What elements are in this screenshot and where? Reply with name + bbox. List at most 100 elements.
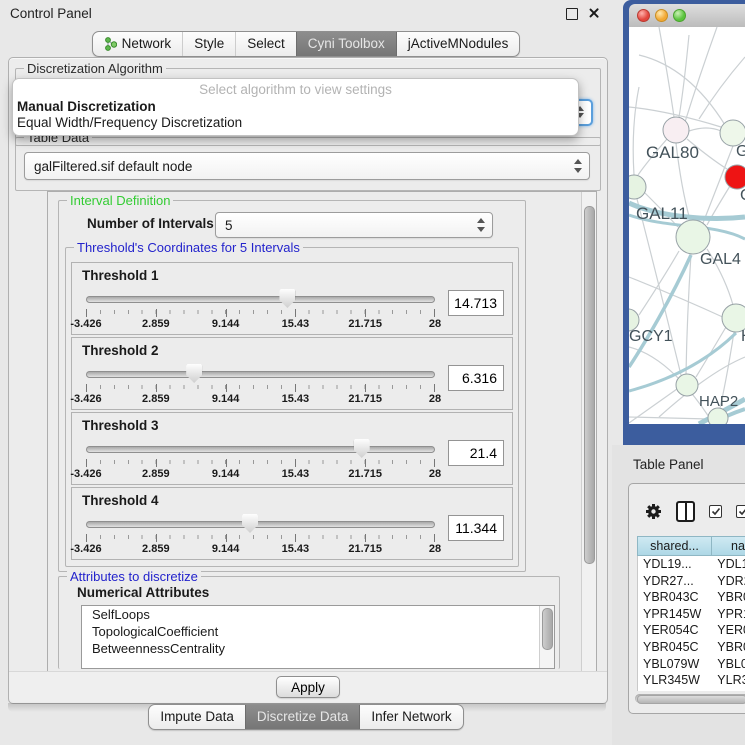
checkbox-icon[interactable] xyxy=(709,505,722,518)
threshold-slider[interactable]: -3.4262.8599.14415.4321.71528 xyxy=(86,287,435,331)
tab-select[interactable]: Select xyxy=(235,32,296,56)
tab-label: Cyni Toolbox xyxy=(308,36,385,51)
tick-label: 15.43 xyxy=(282,318,310,330)
tab-impute-data[interactable]: Impute Data xyxy=(149,705,245,729)
apply-button[interactable]: Apply xyxy=(276,676,340,698)
table-cell[interactable]: YDR27... xyxy=(638,573,712,590)
network-node-gal4[interactable] xyxy=(676,220,710,254)
tab-style[interactable]: Style xyxy=(182,32,235,56)
tab-cyni-toolbox[interactable]: Cyni Toolbox xyxy=(296,32,396,56)
list-scrollbar[interactable] xyxy=(539,606,554,668)
threshold-slider[interactable]: -3.4262.8599.14415.4321.71528 xyxy=(86,437,435,481)
threshold-panel: Threshold 1 -3.4262.8599.14415.4321.7152… xyxy=(71,262,513,335)
table-data-combobox[interactable]: galFiltered.sif default node xyxy=(24,152,590,180)
slider-track[interactable] xyxy=(86,371,435,378)
table-row[interactable]: YBL079WYBL0 xyxy=(638,656,745,673)
threshold-slider[interactable]: -3.4262.8599.14415.4321.71528 xyxy=(86,362,435,406)
network-canvas[interactable]: GAL80G.CGAL11GAL4GCY1HHAP2 xyxy=(629,27,745,424)
table-toolbar xyxy=(629,498,745,524)
network-node-c[interactable] xyxy=(725,165,745,189)
attribute-list-item[interactable]: BetweennessCentrality xyxy=(82,640,554,657)
table-cell[interactable]: YBR045C xyxy=(638,639,712,656)
table-cell[interactable]: YLR3 xyxy=(712,672,745,689)
node-label: GCY1 xyxy=(629,328,673,345)
table-row[interactable]: YER054CYER0 xyxy=(638,622,745,639)
settings-scrollbar[interactable] xyxy=(581,192,596,674)
split-table-icon[interactable] xyxy=(676,501,695,522)
tab-label: Infer Network xyxy=(371,709,451,724)
table-cell[interactable]: YBR043C xyxy=(638,589,712,606)
tick-label: 28 xyxy=(429,543,441,555)
apply-row: Apply xyxy=(9,671,607,702)
table-row[interactable]: YDL19...YDL1 xyxy=(638,556,745,573)
network-node[interactable] xyxy=(708,408,728,424)
close-traffic-light-icon[interactable] xyxy=(637,9,650,22)
slider-track[interactable] xyxy=(86,521,435,528)
table-cell[interactable]: YPR1 xyxy=(712,606,745,623)
slider-thumb[interactable] xyxy=(354,439,370,458)
table-cell[interactable]: YDL19... xyxy=(638,556,712,573)
table-row[interactable]: YPR145WYPR1 xyxy=(638,606,745,623)
table-cell[interactable]: YDR2 xyxy=(712,573,745,590)
scrollbar-thumb[interactable] xyxy=(584,206,595,564)
table-row[interactable]: YIL052CYIL0 xyxy=(638,689,745,691)
table-cell[interactable]: YER054C xyxy=(638,622,712,639)
table-cell[interactable]: YPR145W xyxy=(638,606,712,623)
threshold-slider[interactable]: -3.4262.8599.14415.4321.71528 xyxy=(86,512,435,556)
tab-network[interactable]: Network xyxy=(93,32,183,56)
gear-icon[interactable] xyxy=(645,503,662,520)
table-cell[interactable]: YBR0 xyxy=(712,639,745,656)
dropdown-placeholder-option[interactable]: Select algorithm to view settings xyxy=(13,79,578,99)
threshold-value-input[interactable] xyxy=(448,515,504,541)
table-horizontal-scrollbar[interactable] xyxy=(635,694,745,703)
screen: { "window": { "title": "Control Panel" }… xyxy=(0,0,745,745)
network-node-gal80[interactable] xyxy=(663,117,689,143)
slider-thumb[interactable] xyxy=(242,514,258,533)
slider-thumb[interactable] xyxy=(186,364,202,383)
thresholds-container: Threshold 1 -3.4262.8599.14415.4321.7152… xyxy=(71,262,513,562)
table-cell[interactable]: YBL0 xyxy=(712,656,745,673)
scrollbar-thumb[interactable] xyxy=(542,608,553,650)
tab-infer-network[interactable]: Infer Network xyxy=(359,705,462,729)
tab-discretize-data[interactable]: Discretize Data xyxy=(245,705,360,729)
column-header-shared-name[interactable]: shared... xyxy=(637,536,712,556)
table-row[interactable]: YDR27...YDR2 xyxy=(638,573,745,590)
numerical-attributes-list[interactable]: SelfLoopsTopologicalCoefficientBetweenne… xyxy=(81,605,555,669)
slider-thumb[interactable] xyxy=(279,289,295,308)
table-cell[interactable]: YER0 xyxy=(712,622,745,639)
table-row[interactable]: YBR043CYBR0 xyxy=(638,589,745,606)
table-row[interactable]: YBR045CYBR0 xyxy=(638,639,745,656)
column-header-name[interactable]: na xyxy=(712,536,745,556)
threshold-panel: Threshold 4 -3.4262.8599.14415.4321.7152… xyxy=(71,487,513,560)
table-cell[interactable]: YDL1 xyxy=(712,556,745,573)
scrollbar-thumb[interactable] xyxy=(637,695,745,704)
slider-track[interactable] xyxy=(86,446,435,453)
table-cell[interactable]: YBR0 xyxy=(712,589,745,606)
number-of-intervals-combobox[interactable]: 5 xyxy=(215,212,493,238)
table-row[interactable]: YLR345WYLR3 xyxy=(638,672,745,689)
slider-track[interactable] xyxy=(86,296,435,303)
attribute-list-item[interactable]: SelfLoops xyxy=(82,606,554,623)
dropdown-option-equal-width[interactable]: Equal Width/Frequency Discretization xyxy=(13,115,578,131)
tick-label: 21.715 xyxy=(348,468,382,480)
node-label: GAL11 xyxy=(636,204,688,223)
table-cell[interactable]: YIL052C xyxy=(638,689,712,691)
zoom-traffic-light-icon[interactable] xyxy=(673,9,686,22)
threshold-value-input[interactable] xyxy=(448,290,504,316)
network-node-gal11[interactable] xyxy=(629,175,646,199)
threshold-value-input[interactable] xyxy=(448,365,504,391)
threshold-panel: Threshold 3 -3.4262.8599.14415.4321.7152… xyxy=(71,412,513,485)
minimize-traffic-light-icon[interactable] xyxy=(655,9,668,22)
table-cell[interactable]: YBL079W xyxy=(638,656,712,673)
table-cell[interactable]: YLR345W xyxy=(638,672,712,689)
dropdown-option-manual[interactable]: Manual Discretization xyxy=(13,99,578,115)
network-node-hap2[interactable] xyxy=(676,374,698,396)
close-window-icon[interactable] xyxy=(588,7,600,19)
table-cell[interactable]: YIL0 xyxy=(712,689,745,691)
tab-jactivemnodules[interactable]: jActiveMNodules xyxy=(396,32,520,56)
threshold-value-input[interactable] xyxy=(448,440,504,466)
tab-label: Style xyxy=(194,36,224,51)
float-window-icon[interactable] xyxy=(566,8,578,20)
checkbox-icon[interactable] xyxy=(736,505,745,518)
attribute-list-item[interactable]: TopologicalCoefficient xyxy=(82,623,554,640)
